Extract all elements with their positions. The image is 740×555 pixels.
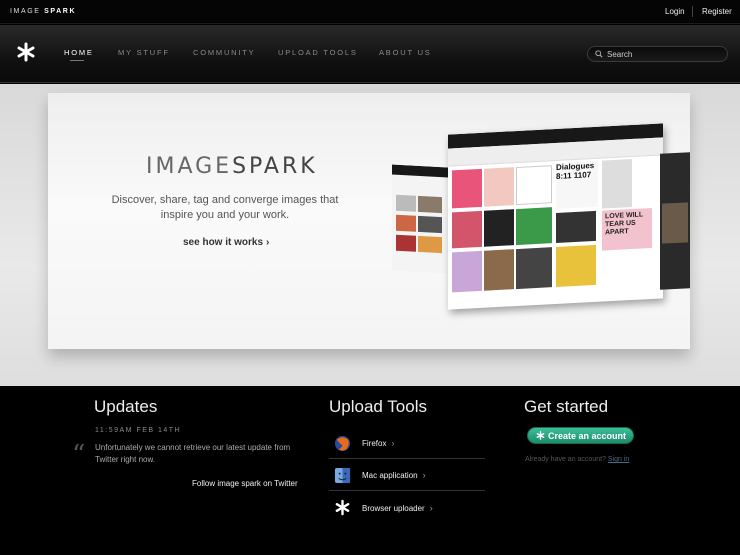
already-have-account-text: Already have an account? bbox=[525, 456, 606, 463]
quote-icon: “ bbox=[72, 440, 86, 470]
login-link[interactable]: Login bbox=[665, 7, 685, 16]
updates-title: Updates bbox=[94, 397, 158, 416]
nav-my-stuff[interactable]: MY STUFF bbox=[118, 48, 170, 57]
search-icon bbox=[595, 50, 603, 58]
tool-firefox[interactable]: Firefox › bbox=[329, 427, 485, 459]
sign-in-link[interactable]: Sign in bbox=[608, 456, 629, 463]
spark-logo-icon[interactable] bbox=[16, 42, 36, 62]
update-timestamp: 11:59AM FEB 14TH bbox=[95, 427, 182, 434]
chevron-right-icon: › bbox=[391, 438, 395, 448]
tool-browser-text: Browser uploader bbox=[362, 504, 425, 513]
chevron-right-icon: › bbox=[429, 503, 433, 513]
showcase-poster-text: LOVE WILL TEAR US APART bbox=[605, 211, 643, 237]
see-how-it-works-link[interactable]: see how it works › bbox=[183, 237, 269, 248]
hero-panel: IMAGESPARK Discover, share, tag and conv… bbox=[48, 93, 690, 349]
hero-title-bold: SPARK bbox=[232, 154, 318, 179]
brand-light-text: IMAGE bbox=[10, 8, 41, 15]
topbar-divider bbox=[692, 6, 693, 17]
nav-home[interactable]: HOME bbox=[64, 48, 94, 57]
tool-browser-uploader[interactable]: Browser uploader › bbox=[329, 491, 485, 523]
showcase-right-screenshot bbox=[660, 152, 690, 290]
update-message: Unfortunately we cannot retrieve our lat… bbox=[95, 443, 291, 464]
follow-twitter-link[interactable]: Follow image spark on Twitter bbox=[192, 479, 298, 488]
hero-title-light: IMAGE bbox=[146, 154, 233, 179]
nav-community[interactable]: COMMUNITY bbox=[193, 48, 255, 57]
spark-star-icon bbox=[335, 499, 350, 516]
hero-tagline: Discover, share, tag and converge images… bbox=[111, 194, 339, 221]
tool-firefox-text: Firefox bbox=[362, 439, 387, 448]
create-account-label: Create an account bbox=[548, 430, 627, 441]
showcase-main-screenshot: Dialogues 8:11 1107 LOVE WILL TEAR US AP… bbox=[448, 123, 663, 310]
nav-active-indicator bbox=[70, 60, 84, 61]
tool-mac-text: Mac application bbox=[362, 471, 418, 480]
brand-bold-text: SPARK bbox=[44, 8, 77, 15]
mac-finder-icon bbox=[334, 467, 351, 484]
tool-mac-application[interactable]: Mac application › bbox=[329, 459, 485, 491]
nav-about-us[interactable]: ABOUT US bbox=[379, 48, 432, 57]
chevron-right-icon: › bbox=[266, 237, 270, 248]
get-started-title: Get started bbox=[524, 397, 609, 416]
search-input[interactable] bbox=[607, 48, 722, 60]
firefox-icon bbox=[334, 435, 351, 452]
tool-firefox-label: Firefox › bbox=[362, 438, 394, 448]
create-account-button[interactable]: Create an account bbox=[527, 427, 634, 444]
tool-browser-label: Browser uploader › bbox=[362, 503, 433, 513]
top-brand[interactable]: IMAGE SPARK bbox=[10, 8, 76, 15]
spark-star-icon bbox=[536, 431, 545, 440]
search-box[interactable] bbox=[587, 46, 728, 62]
main-nav: HOME MY STUFF COMMUNITY UPLOAD TOOLS ABO… bbox=[0, 25, 740, 83]
signin-prompt: Already have an account? Sign in bbox=[525, 456, 629, 463]
tool-mac-label: Mac application › bbox=[362, 470, 426, 480]
top-bar: IMAGE SPARK Login Register bbox=[0, 0, 740, 24]
chevron-right-icon: › bbox=[422, 470, 426, 480]
showcase-left-screenshot bbox=[392, 164, 448, 274]
cta-label: see how it works bbox=[183, 237, 264, 248]
nav-upload-tools[interactable]: UPLOAD TOOLS bbox=[278, 48, 358, 57]
hero-title: IMAGESPARK bbox=[146, 154, 318, 179]
register-link[interactable]: Register bbox=[702, 7, 732, 16]
showcase-headline: Dialogues 8:11 1107 bbox=[556, 160, 595, 181]
upload-tools-title: Upload Tools bbox=[329, 397, 427, 416]
